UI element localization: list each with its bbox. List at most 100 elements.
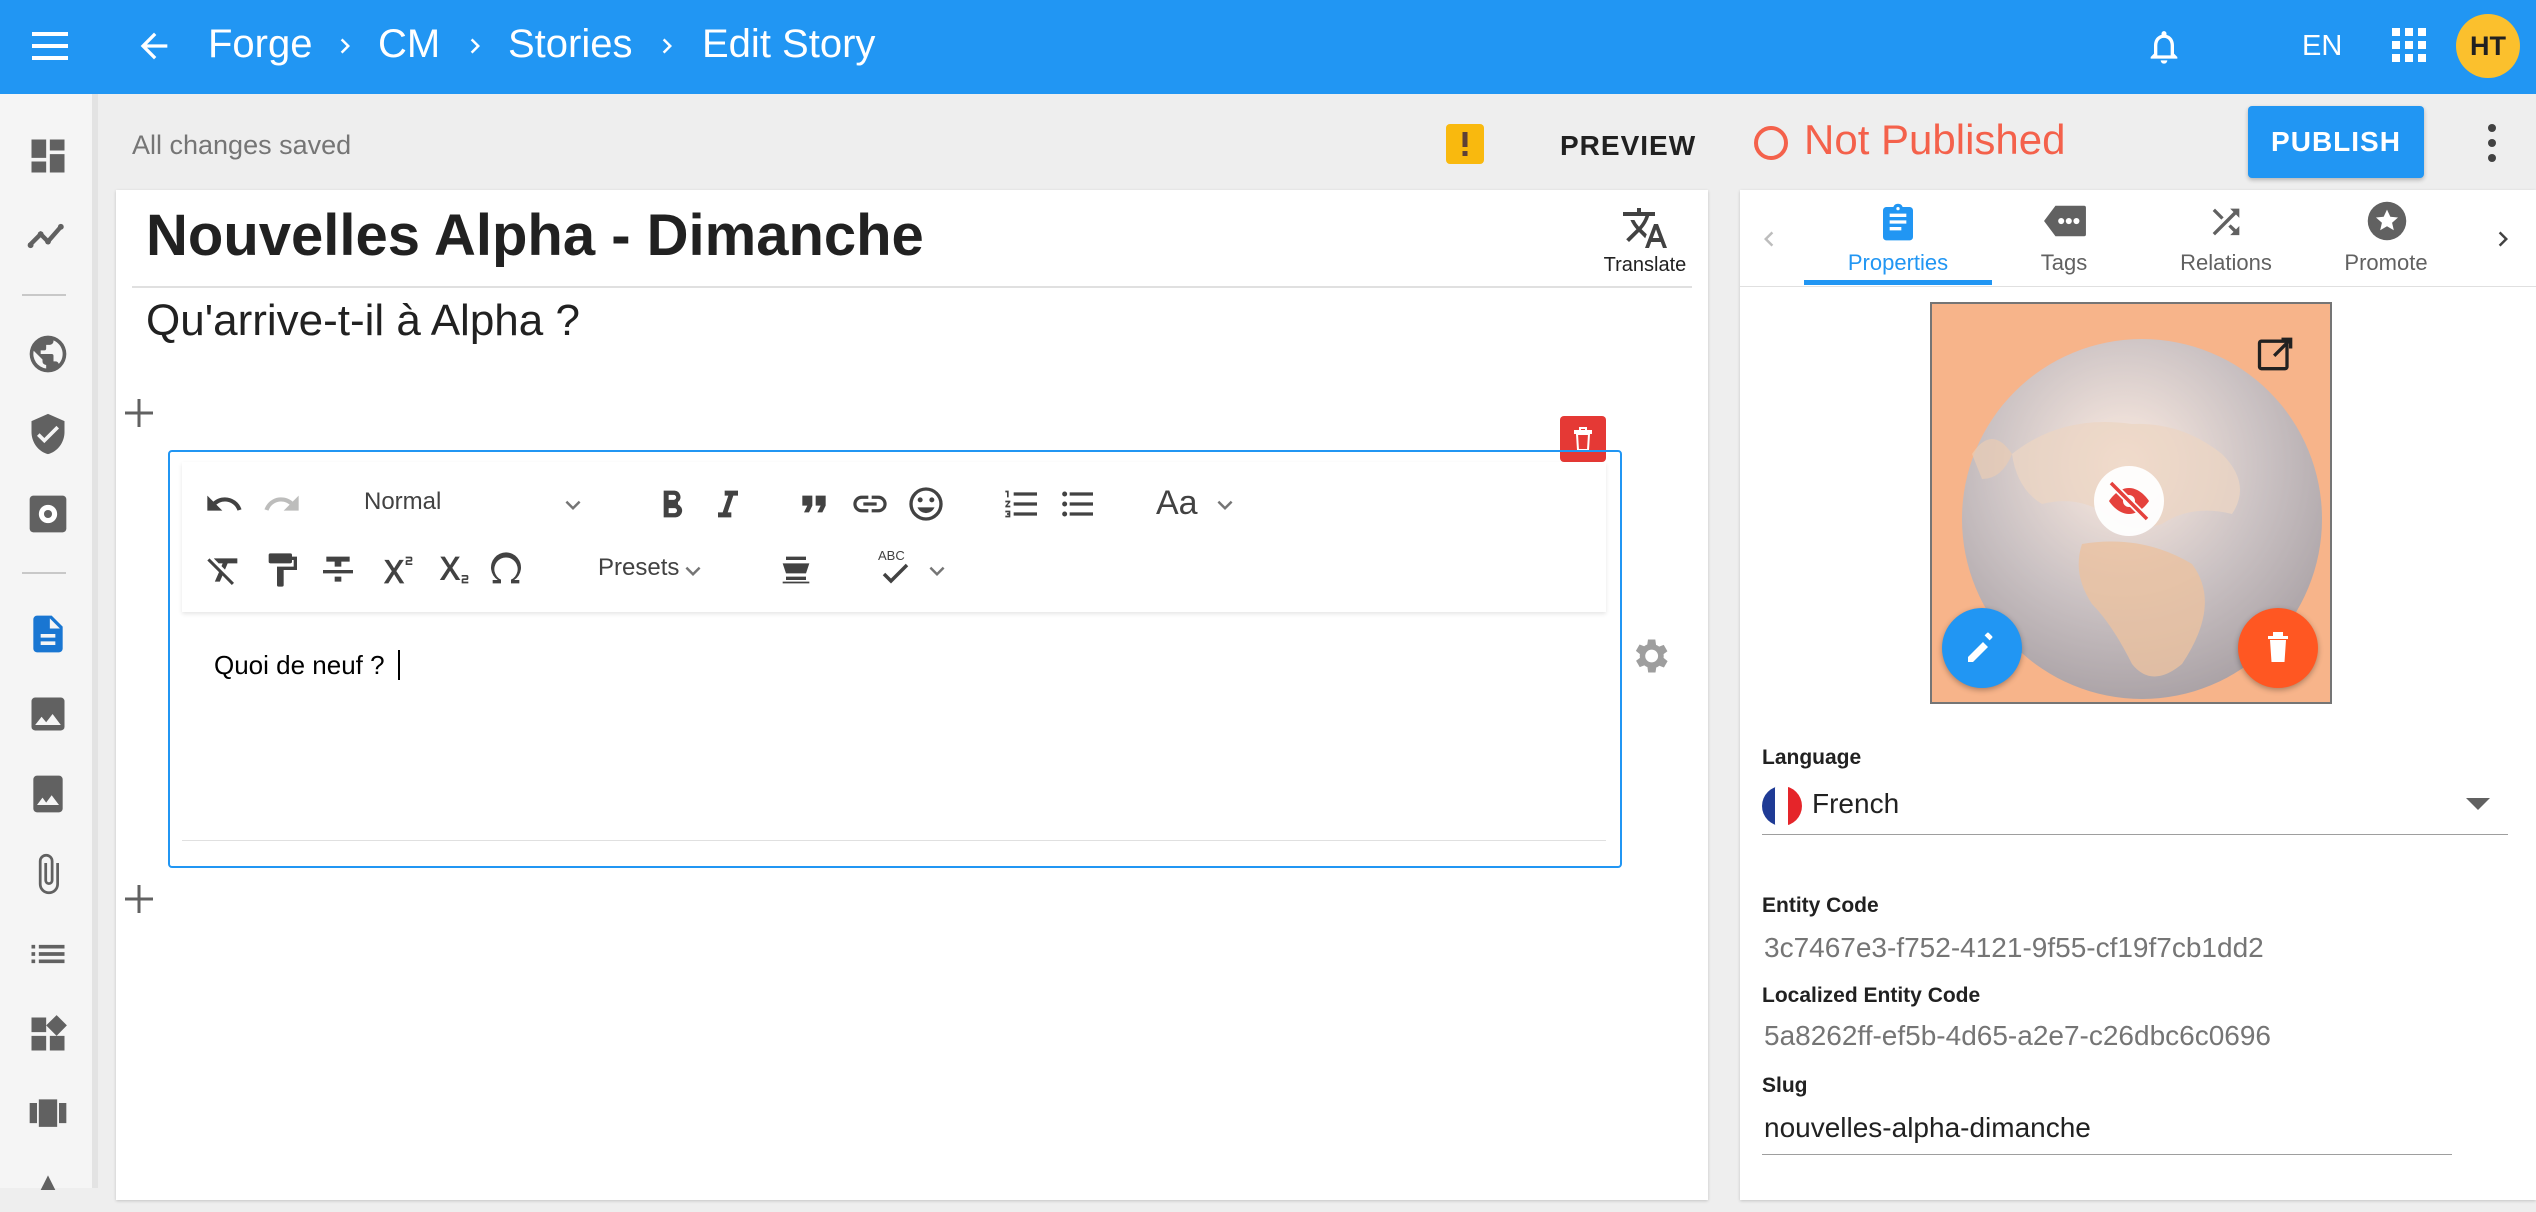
strikethrough-icon[interactable] <box>318 550 358 590</box>
breadcrumb-forge[interactable]: Forge <box>208 22 313 67</box>
entity-code-value: 3c7467e3-f752-4121-9f55-cf19f7cb1dd2 <box>1764 932 2264 963</box>
dropdown-arrow-icon[interactable] <box>2464 794 2492 814</box>
top-app-bar: Forge CM Stories Edit Story EN HT <box>0 0 2536 94</box>
add-block-icon[interactable] <box>122 396 156 430</box>
chevron-right-icon <box>330 30 360 62</box>
document-icon[interactable] <box>26 612 70 656</box>
add-block-icon[interactable] <box>122 882 156 916</box>
tab-tags[interactable]: Tags <box>1970 190 2158 286</box>
language-switcher[interactable]: EN <box>2302 30 2342 63</box>
bullet-list-icon[interactable] <box>1058 484 1098 524</box>
chevron-right-icon <box>460 30 490 62</box>
apps-grid-icon[interactable] <box>2390 26 2428 64</box>
pencil-icon <box>1968 632 1993 662</box>
format-select[interactable]: Normal <box>364 488 441 516</box>
italic-icon[interactable] <box>708 484 748 524</box>
preview-button[interactable]: PREVIEW <box>1560 130 1696 162</box>
redo-icon[interactable] <box>262 484 302 524</box>
language-value: French <box>1812 788 1900 819</box>
superscript-icon[interactable] <box>374 550 414 590</box>
menu-icon[interactable] <box>30 28 70 64</box>
title-underline <box>132 286 1692 288</box>
globe-icon[interactable] <box>26 332 70 376</box>
localized-code-label: Localized Entity Code <box>1762 984 1981 1007</box>
slug-label: Slug <box>1762 1074 1808 1097</box>
translate-button[interactable]: Translate <box>1580 204 1710 277</box>
analytics-line-icon[interactable] <box>26 214 70 258</box>
slug-value: nouvelles-alpha-dimanche <box>1764 1112 2091 1143</box>
block-settings-gear-icon[interactable] <box>1628 634 1672 678</box>
text-cursor <box>398 650 400 680</box>
translate-label: Translate <box>1603 254 1687 276</box>
save-status: All changes saved <box>132 130 352 160</box>
editor-content-area[interactable]: Quoi de neuf ? <box>182 614 1606 841</box>
tab-properties[interactable]: Properties <box>1804 190 1992 286</box>
editor-toolbar: Normal Aa Presets ABC <box>182 462 1606 612</box>
avatar[interactable]: HT <box>2456 14 2520 78</box>
chevron-down-icon[interactable] <box>1210 490 1240 520</box>
widgets-icon[interactable] <box>26 1012 70 1056</box>
bell-icon[interactable] <box>2144 26 2184 68</box>
panel-tabs: Properties Tags Relations Promote <box>1740 190 2536 287</box>
edit-image-button[interactable] <box>1942 608 2022 688</box>
entity-code-label: Entity Code <box>1762 894 1879 917</box>
tab-promote[interactable]: Promote <box>2292 190 2480 286</box>
font-size-button[interactable]: Aa <box>1156 484 1198 523</box>
translate-icon <box>1623 208 1667 248</box>
left-nav-rail <box>0 94 98 1190</box>
spellcheck-icon[interactable]: ABC <box>876 546 916 590</box>
ordered-list-icon[interactable] <box>1002 484 1042 524</box>
settings-box-icon[interactable] <box>26 492 70 536</box>
image-icon[interactable] <box>26 692 70 736</box>
carousel-icon[interactable] <box>26 1092 70 1136</box>
dashboard-icon[interactable] <box>26 134 70 178</box>
publish-button[interactable]: PUBLISH <box>2248 106 2424 178</box>
nav-rail-border <box>92 94 98 1188</box>
open-external-edit-icon[interactable] <box>2254 332 2298 376</box>
warning-icon[interactable] <box>1446 124 1484 164</box>
properties-panel: Properties Tags Relations Promote Langua… <box>1740 190 2536 1200</box>
slug-input[interactable]: nouvelles-alpha-dimanche <box>1762 1104 2452 1155</box>
presets-dropdown[interactable]: Presets <box>598 554 679 582</box>
tag-icon <box>2044 205 2086 237</box>
breadcrumb-stories[interactable]: Stories <box>508 22 633 67</box>
more-vert-icon[interactable] <box>2480 122 2504 164</box>
chevron-down-icon[interactable] <box>678 556 708 586</box>
more-nav-icon[interactable] <box>26 1168 70 1212</box>
nav-divider <box>22 294 66 296</box>
visibility-off-icon[interactable] <box>2094 466 2164 536</box>
paperclip-icon[interactable] <box>26 852 70 896</box>
omega-special-char-icon[interactable] <box>486 550 526 590</box>
delete-image-button[interactable] <box>2238 608 2318 688</box>
bold-icon[interactable] <box>652 484 692 524</box>
undo-icon[interactable] <box>204 484 244 524</box>
nav-divider <box>22 572 66 574</box>
svg-text:ABC: ABC <box>878 548 905 563</box>
subscript-icon[interactable] <box>430 550 470 590</box>
photo-album-icon[interactable] <box>26 772 70 816</box>
status-circle-icon <box>1754 126 1788 160</box>
story-editor-card: Nouvelles Alpha - Dimanche Translate Qu'… <box>116 190 1708 1200</box>
rich-text-block: Normal Aa Presets ABC Quoi de neuf ? <box>168 450 1622 868</box>
shield-check-icon[interactable] <box>26 412 70 456</box>
clipboard-icon <box>1883 203 1913 241</box>
chevron-down-icon[interactable] <box>922 556 952 586</box>
story-subtitle-input[interactable]: Qu'arrive-t-il à Alpha ? <box>146 296 580 346</box>
text-direction-icon[interactable] <box>776 550 816 590</box>
chevron-down-icon[interactable] <box>558 490 588 520</box>
story-title-input[interactable]: Nouvelles Alpha - Dimanche <box>146 202 924 269</box>
link-icon[interactable] <box>850 484 890 524</box>
blockquote-icon[interactable] <box>794 484 834 524</box>
chevron-right-icon[interactable] <box>2488 222 2518 256</box>
emoji-icon[interactable] <box>906 484 946 524</box>
chevron-right-icon <box>652 30 682 62</box>
star-badge-icon <box>2367 201 2407 241</box>
clear-format-icon[interactable] <box>204 550 244 590</box>
format-paint-icon[interactable] <box>262 550 302 590</box>
language-select[interactable]: French <box>1762 780 2508 835</box>
chevron-left-icon[interactable] <box>1754 222 1784 256</box>
back-arrow-icon[interactable] <box>134 26 174 66</box>
list-icon[interactable] <box>26 932 70 976</box>
breadcrumb-cm[interactable]: CM <box>378 22 440 67</box>
localized-code-value: 5a8262ff-ef5b-4d65-a2e7-c26dbc6c0696 <box>1764 1020 2272 1051</box>
